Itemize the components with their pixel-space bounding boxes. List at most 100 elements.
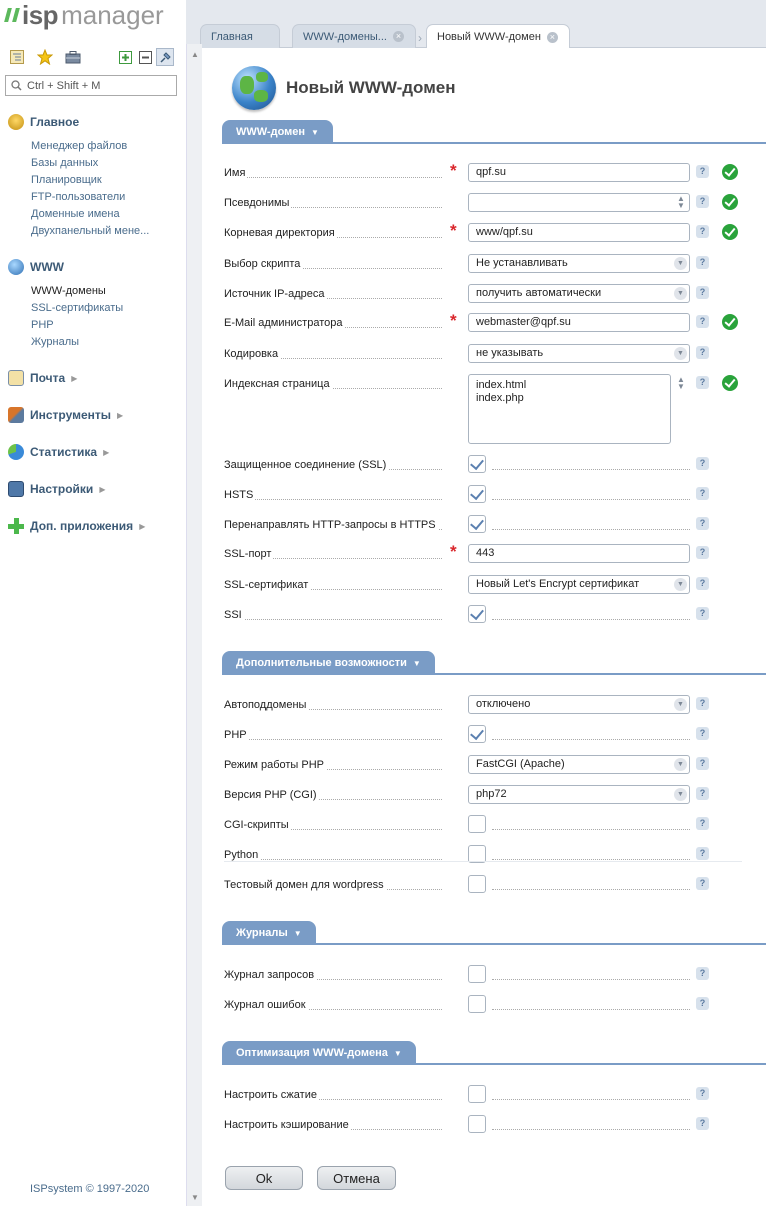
sidebar-section-mail[interactable]: Почта ▶	[8, 370, 77, 386]
error-log-checkbox[interactable]	[468, 995, 486, 1013]
help-icon[interactable]: ?	[696, 165, 709, 178]
sidebar-item-php[interactable]: PHP	[31, 319, 54, 331]
caching-checkbox[interactable]	[468, 1115, 486, 1133]
ssl-certificate-select[interactable]: Новый Let's Encrypt сертификат ▼	[468, 575, 690, 594]
help-icon[interactable]: ?	[696, 256, 709, 269]
tab-new-www-domain[interactable]: Новый WWW-домен ×	[426, 24, 570, 49]
select-value: не указывать	[476, 347, 544, 359]
help-icon[interactable]: ?	[696, 1087, 709, 1100]
cancel-button[interactable]: Отмена	[317, 1166, 396, 1190]
briefcase-icon[interactable]	[64, 48, 82, 66]
ssi-checkbox[interactable]	[468, 605, 486, 623]
close-icon[interactable]: ×	[392, 31, 404, 42]
favorites-star-icon[interactable]	[36, 48, 54, 66]
group-toggle-www-domain[interactable]: WWW-домен ▼	[222, 120, 333, 144]
help-icon[interactable]: ?	[696, 877, 709, 890]
close-icon[interactable]: ×	[546, 31, 558, 43]
expand-all-icon[interactable]	[116, 48, 134, 66]
sidebar-item-ftp-users[interactable]: FTP-пользователи	[31, 191, 125, 203]
group-toggle-logs[interactable]: Журналы ▼	[222, 921, 316, 945]
sidebar-scrollbar[interactable]: ▲ ▼	[186, 44, 202, 1206]
help-icon[interactable]: ?	[696, 697, 709, 710]
hsts-checkbox[interactable]	[468, 485, 486, 503]
field-hsts: HSTS ?	[224, 485, 744, 505]
sidebar-item-scheduler[interactable]: Планировщик	[31, 174, 102, 186]
help-icon[interactable]: ?	[696, 286, 709, 299]
group-toggle-extra-features[interactable]: Дополнительные возможности ▼	[222, 651, 435, 675]
cgi-checkbox[interactable]	[468, 815, 486, 833]
collapse-all-icon[interactable]	[136, 48, 154, 66]
help-icon[interactable]: ?	[696, 787, 709, 800]
scroll-down-icon[interactable]: ▼	[191, 1193, 199, 1202]
sidebar-section-label: Главное	[30, 115, 80, 129]
group-toggle-optimization[interactable]: Оптимизация WWW-домена ▼	[222, 1041, 416, 1065]
script-select[interactable]: Не устанавливать ▼	[468, 254, 690, 273]
ssl-checkbox[interactable]	[468, 455, 486, 473]
index-page-textarea[interactable]: index.html index.php	[468, 374, 671, 444]
help-icon[interactable]: ?	[696, 607, 709, 620]
settings-monitor-icon	[8, 481, 24, 497]
sidebar-item-ssl-certificates[interactable]: SSL-сертификаты	[31, 302, 123, 314]
admin-email-input[interactable]: webmaster@qpf.su	[468, 313, 690, 332]
pin-icon[interactable]	[156, 48, 174, 66]
sidebar-section-extra-apps[interactable]: Доп. приложения ▶	[8, 518, 145, 534]
sidebar-section-statistics[interactable]: Статистика ▶	[8, 444, 109, 460]
autosubdomains-select[interactable]: отключено ▼	[468, 695, 690, 714]
search-input[interactable]	[27, 79, 167, 92]
name-input[interactable]: qpf.su	[468, 163, 690, 182]
tree-view-icon[interactable]	[8, 48, 26, 66]
wordpress-test-domain-checkbox[interactable]	[468, 875, 486, 893]
help-icon[interactable]: ?	[696, 967, 709, 980]
isp-manager-logo[interactable]: isp manager	[4, 2, 164, 28]
ssl-port-input[interactable]: 443	[468, 544, 690, 563]
sidebar-item-file-manager[interactable]: Менеджер файлов	[31, 140, 127, 152]
help-icon[interactable]: ?	[696, 847, 709, 860]
tab-home[interactable]: Главная	[200, 24, 280, 48]
help-icon[interactable]: ?	[696, 517, 709, 530]
help-icon[interactable]: ?	[696, 487, 709, 500]
scroll-up-icon[interactable]: ▲	[191, 50, 199, 59]
sidebar-section-tools[interactable]: Инструменты ▶	[8, 407, 123, 423]
help-icon[interactable]: ?	[696, 195, 709, 208]
help-icon[interactable]: ?	[696, 727, 709, 740]
https-redirect-checkbox[interactable]	[468, 515, 486, 533]
sidebar-item-dual-panel-manager[interactable]: Двухпанельный мене...	[31, 225, 149, 237]
php-checkbox[interactable]	[468, 725, 486, 743]
sidebar-item-www-domains[interactable]: WWW-домены	[31, 285, 106, 297]
chevron-down-icon: ▼	[674, 287, 687, 300]
help-icon[interactable]: ?	[696, 376, 709, 389]
field-access-log: Журнал запросов ?	[224, 965, 744, 985]
ip-source-select[interactable]: получить автоматически ▼	[468, 284, 690, 303]
help-icon[interactable]: ?	[696, 346, 709, 359]
help-icon[interactable]: ?	[696, 577, 709, 590]
charset-select[interactable]: не указывать ▼	[468, 344, 690, 363]
php-version-select[interactable]: php72 ▼	[468, 785, 690, 804]
help-icon[interactable]: ?	[696, 315, 709, 328]
document-root-input[interactable]: www/qpf.su	[468, 223, 690, 242]
menu-search-field[interactable]	[5, 75, 177, 96]
ok-button[interactable]: Ok	[225, 1166, 303, 1190]
sidebar-item-logs[interactable]: Журналы	[31, 336, 79, 348]
sidebar-item-domain-names[interactable]: Доменные имена	[31, 208, 120, 220]
aliases-input[interactable]	[468, 193, 690, 212]
tab-www-domains[interactable]: WWW-домены... ×	[292, 24, 416, 48]
access-log-checkbox[interactable]	[468, 965, 486, 983]
help-icon[interactable]: ?	[696, 997, 709, 1010]
mail-icon	[8, 370, 24, 386]
sidebar-item-databases[interactable]: Базы данных	[31, 157, 98, 169]
sidebar-section-main[interactable]: Главное	[8, 114, 79, 130]
help-icon[interactable]: ?	[696, 757, 709, 770]
help-icon[interactable]: ?	[696, 546, 709, 559]
help-icon[interactable]: ?	[696, 457, 709, 470]
sidebar-section-www[interactable]: WWW	[8, 259, 64, 275]
field-ssi: SSI ?	[224, 605, 744, 625]
resize-toggle-icon[interactable]: ▲ ▼	[676, 376, 686, 391]
help-icon[interactable]: ?	[696, 1117, 709, 1130]
help-icon[interactable]: ?	[696, 817, 709, 830]
sidebar-section-settings[interactable]: Настройки ▶	[8, 481, 105, 497]
php-mode-select[interactable]: FastCGI (Apache) ▼	[468, 755, 690, 774]
multi-value-toggle-icon[interactable]: ▲ ▼	[676, 195, 686, 210]
help-icon[interactable]: ?	[696, 225, 709, 238]
field-autosubdomains: Автоподдомены отключено ▼ ?	[224, 695, 744, 715]
compression-checkbox[interactable]	[468, 1085, 486, 1103]
